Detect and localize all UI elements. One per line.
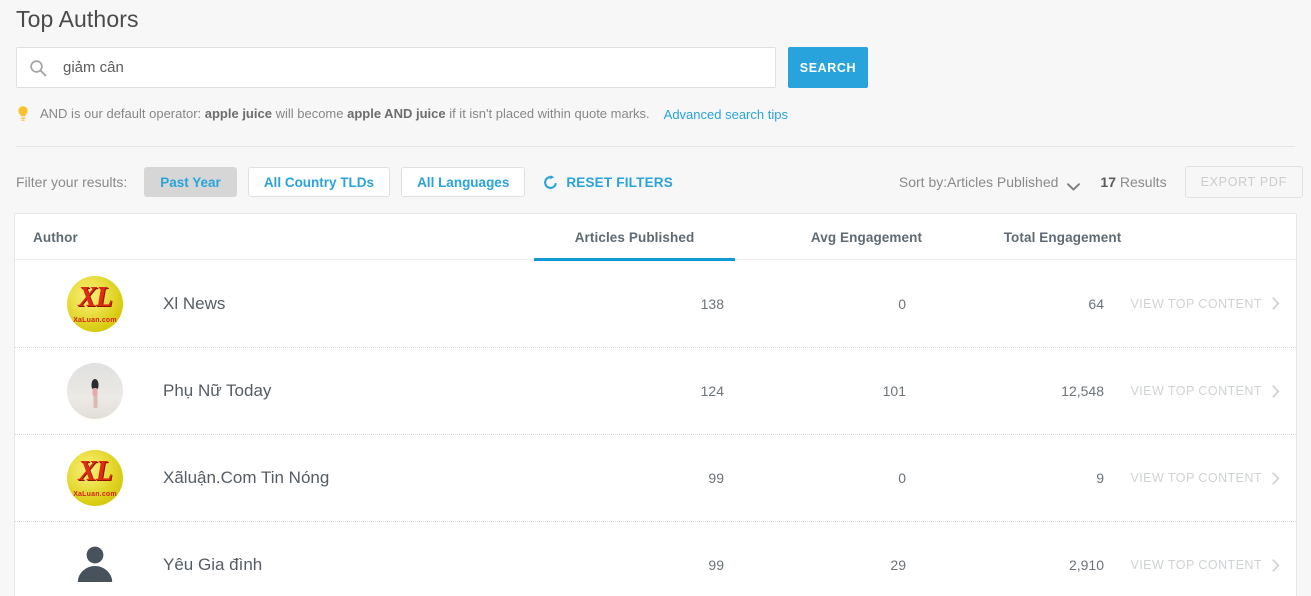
avatar: XL XaLuan.com <box>67 275 123 332</box>
chevron-right-icon <box>1272 384 1280 398</box>
chevron-down-icon <box>1067 178 1081 191</box>
author-name: Xãluận.Com Tin Nóng <box>163 468 330 487</box>
cell-articles-published: 99 <box>708 470 724 486</box>
reset-filters-button[interactable]: RESET FILTERS <box>543 175 673 190</box>
chevron-right-icon <box>1272 471 1280 485</box>
search-tip: AND is our default operator: apple juice… <box>16 105 788 123</box>
cell-total-engagement: 64 <box>1088 295 1104 312</box>
avatar-logo-mark: XL <box>78 456 113 487</box>
avatar-photo-figure <box>91 378 100 409</box>
top-authors-page: Top Authors SEARCH AND is our default op… <box>0 0 1311 596</box>
cell-avg-engagement: 101 <box>882 383 906 399</box>
page-title: Top Authors <box>16 6 139 32</box>
search-button[interactable]: SEARCH <box>788 47 868 88</box>
authors-table: Author Articles Published Avg Engagement… <box>14 213 1297 596</box>
results-count: 17 Results <box>1100 174 1166 190</box>
tip-suffix: if it isn't placed within quote marks. <box>445 106 650 121</box>
filter-chip-languages[interactable]: All Languages <box>401 167 526 197</box>
search-icon <box>29 59 47 77</box>
cell-total-engagement: 9 <box>1096 470 1104 486</box>
tip-bold-1: apple juice <box>204 106 272 121</box>
advanced-search-tips-link[interactable]: Advanced search tips <box>664 107 788 122</box>
refresh-icon <box>543 174 558 190</box>
cell-total-engagement: 2,910 <box>1068 557 1104 573</box>
column-header-articles-published-label: Articles Published <box>574 229 695 245</box>
sort-by-value: Articles Published <box>947 174 1059 190</box>
view-top-content-label: VIEW TOP CONTENT <box>1130 558 1262 572</box>
table-row[interactable]: Yêu Gia đình 99 29 2,910 VIEW TOP CONTEN… <box>15 521 1296 596</box>
search-tip-text: AND is our default operator: apple juice… <box>40 105 650 123</box>
column-header-total-engagement[interactable]: Total Engagement <box>962 214 1163 260</box>
filter-bar: Filter your results: Past Year All Count… <box>16 166 673 198</box>
column-header-author: Author <box>33 229 78 245</box>
cell-articles-published: 99 <box>708 557 724 573</box>
sort-by-dropdown[interactable]: Sort by: Articles Published <box>898 174 1081 191</box>
reset-filters-label: RESET FILTERS <box>566 174 673 190</box>
avatar <box>67 537 123 593</box>
avatar <box>67 363 123 419</box>
filter-label: Filter your results: <box>16 174 128 190</box>
avatar-logo-sub: XaLuan.com <box>73 491 117 498</box>
tip-prefix: AND is our default operator: <box>40 106 205 121</box>
export-pdf-button[interactable]: EXPORT PDF <box>1184 166 1303 198</box>
author-name: Xl News <box>163 293 226 313</box>
view-top-content-button[interactable]: VIEW TOP CONTENT <box>1130 297 1280 311</box>
person-icon <box>73 541 117 590</box>
cell-avg-engagement: 0 <box>898 470 906 486</box>
tip-middle: will become <box>271 106 348 121</box>
column-header-articles-published[interactable]: Articles Published <box>534 214 735 261</box>
results-count-label: Results <box>1116 174 1167 190</box>
view-top-content-button[interactable]: VIEW TOP CONTENT <box>1130 558 1280 572</box>
filter-chip-country-tlds[interactable]: All Country TLDs <box>247 167 391 197</box>
cell-avg-engagement: 0 <box>898 295 906 312</box>
search-input[interactable] <box>63 57 763 78</box>
table-row[interactable]: XL XaLuan.com Xãluận.Com Tin Nóng 99 0 9… <box>15 434 1296 521</box>
view-top-content-button[interactable]: VIEW TOP CONTENT <box>1130 384 1280 398</box>
view-top-content-label: VIEW TOP CONTENT <box>1130 471 1262 485</box>
section-divider <box>16 146 1295 147</box>
toolbar-right: Sort by: Articles Published 17 Results E… <box>899 166 1303 198</box>
tip-bold-2: apple AND juice <box>347 106 446 121</box>
column-header-avg-engagement[interactable]: Avg Engagement <box>766 214 967 260</box>
lightbulb-icon <box>16 105 30 123</box>
cell-total-engagement: 12,548 <box>1061 383 1104 399</box>
chevron-right-icon <box>1272 297 1280 310</box>
sort-by-prefix: Sort by: <box>898 174 948 190</box>
view-top-content-label: VIEW TOP CONTENT <box>1130 296 1262 311</box>
avatar-logo-mark: XL <box>78 281 113 313</box>
author-name: Yêu Gia đình <box>163 555 263 574</box>
filter-chip-past-year[interactable]: Past Year <box>144 167 237 197</box>
view-top-content-label: VIEW TOP CONTENT <box>1130 384 1262 398</box>
table-row[interactable]: Phụ Nữ Today 124 101 12,548 VIEW TOP CON… <box>15 347 1296 434</box>
table-header-row: Author Articles Published Avg Engagement… <box>15 214 1296 261</box>
cell-avg-engagement: 29 <box>890 557 906 573</box>
search-row: SEARCH <box>16 47 868 88</box>
avatar-logo-sub: XaLuan.com <box>73 316 117 324</box>
cell-articles-published: 138 <box>700 295 724 312</box>
chevron-right-icon <box>1272 558 1280 572</box>
search-box[interactable] <box>16 47 776 88</box>
author-name: Phụ Nữ Today <box>163 381 272 400</box>
avatar: XL XaLuan.com <box>67 450 123 506</box>
results-count-number: 17 <box>1100 174 1116 190</box>
view-top-content-button[interactable]: VIEW TOP CONTENT <box>1130 471 1280 485</box>
cell-articles-published: 124 <box>700 383 724 399</box>
table-row[interactable]: XL XaLuan.com Xl News 138 0 64 VIEW TOP … <box>15 260 1296 347</box>
